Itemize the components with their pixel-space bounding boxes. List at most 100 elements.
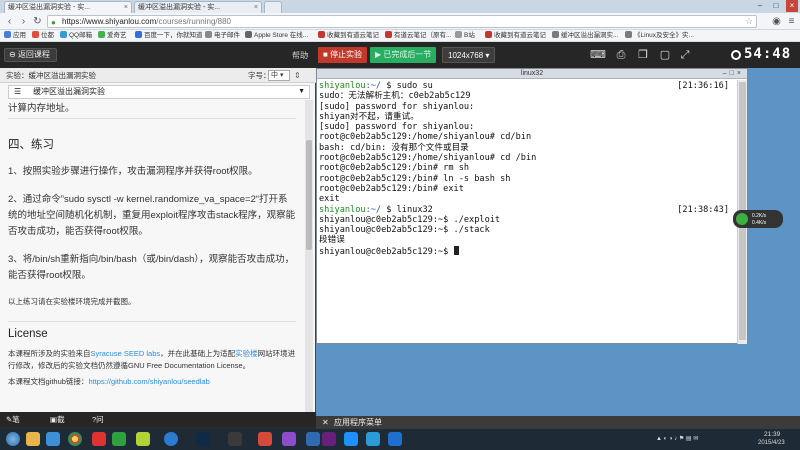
terminal-output[interactable]: shiyanlou:~/ $ sudo su [21:36:16] sudo：无法解… — [319, 81, 735, 343]
output-text: [sudo] password for shiyanlou: — [319, 101, 475, 112]
media-icon[interactable] — [46, 432, 60, 446]
clock-icon — [731, 50, 741, 60]
app-icon[interactable] — [112, 432, 126, 446]
bookmark-item[interactable]: 收藏到有道云笔记 — [485, 31, 546, 41]
output-text: root@c0eb2ab5c129:/bin# ln -s bash sh — [319, 173, 511, 184]
app-icon[interactable] — [388, 432, 402, 446]
apple-icon — [245, 31, 252, 38]
bookmark-item[interactable]: 有道云笔记（原有... — [385, 31, 451, 41]
app-icon[interactable] — [164, 432, 178, 446]
notes-button[interactable]: ✎ 笔记 — [6, 412, 20, 439]
close-window-icon[interactable]: × — [786, 0, 798, 12]
window-controls[interactable]: –□× — [723, 69, 744, 79]
bookmark-item[interactable]: 收藏到有道云笔记 — [318, 31, 379, 41]
terminal-titlebar[interactable]: linux32 –□× — [317, 69, 747, 79]
resolution-select[interactable]: 1024x768 ▾ — [442, 47, 496, 63]
expand-icon[interactable]: ⇕ — [294, 68, 301, 83]
chrome-icon[interactable] — [68, 432, 82, 446]
network-speed-widget[interactable]: 0.2K/s 0.4K/s — [733, 210, 783, 228]
bookmark-item[interactable]: 百度一下，你就知道 — [135, 31, 203, 41]
app-icon[interactable] — [92, 432, 106, 446]
page-icon — [552, 31, 559, 38]
bookmark-item[interactable]: QQ邮箱 — [60, 31, 92, 41]
extension-icon[interactable]: ◉ — [770, 15, 783, 28]
new-tab-button[interactable] — [264, 1, 282, 13]
output-text: 段错误 — [319, 235, 345, 246]
visual-studio-icon[interactable] — [322, 432, 336, 446]
app-icon[interactable] — [344, 432, 358, 446]
terminal-window[interactable]: linux32 –□× shiyanlou:~/ $ sudo su [21:36… — [316, 68, 748, 344]
lab-header: ⊖ 返回课程 帮助 ‹ ■ 停止实验 ▶ 已完成后一节 1024x768 ▾ ⌨… — [0, 42, 800, 68]
terminal-line: shiyanlou@c0eb2ab5c129:~$ — [319, 245, 735, 257]
menu-icon[interactable]: ≡ — [785, 15, 798, 28]
close-icon[interactable]: × — [124, 2, 128, 13]
fullscreen-icon[interactable]: ⤢ — [678, 48, 692, 62]
scroll-thumb[interactable] — [306, 140, 312, 250]
close-icon[interactable]: × — [254, 2, 258, 13]
prompt-path: :~/ — [365, 204, 382, 215]
shiyanlou-link[interactable]: 实验楼 — [235, 349, 258, 358]
network-icon — [736, 213, 748, 225]
seed-labs-link[interactable]: Syracuse SEED labs — [91, 349, 161, 358]
back-to-course-button[interactable]: ⊖ 返回课程 — [4, 48, 57, 62]
screenshot-icon[interactable]: ⎙ — [614, 48, 628, 62]
next-section-button[interactable]: ▶ 已完成后一节 — [370, 47, 437, 63]
timestamp: [21:38:43] — [677, 204, 729, 215]
github-link[interactable]: https://github.com/shiyanlou/seedlab — [88, 377, 209, 386]
screenshot-button[interactable]: ▣ 截图 — [50, 412, 65, 439]
output-text: shiyanlou@c0eb2ab5c129:~$ — [319, 246, 454, 257]
output-text: shiyanlou@c0eb2ab5c129:~$ ./exploit — [319, 214, 501, 225]
mail-icon — [60, 31, 67, 38]
star-icon[interactable]: ☆ — [745, 16, 753, 27]
output-text: root@c0eb2ab5c129:/bin# exit — [319, 183, 464, 194]
collapse-icon[interactable]: ‹ — [306, 50, 309, 59]
browser-tab[interactable]: 缓冲区溢出漏洞实验 - 实... × — [134, 1, 262, 13]
photoshop-icon[interactable] — [196, 432, 210, 446]
font-size-select[interactable]: 中 ▾ — [268, 70, 290, 81]
toc-select[interactable]: ☰ 缓冲区溢出漏洞实验 ▼ — [8, 85, 310, 99]
terminal-line: shiyanlou:~/ $ linux32 [21:38:43] — [319, 205, 735, 215]
tab-label: 缓冲区溢出漏洞实验 - 实... — [138, 4, 221, 11]
stop-experiment-button[interactable]: ■ 停止实验 — [318, 47, 368, 63]
url-path: /courses/running/880 — [156, 17, 231, 26]
prompt-command: $ sudo su — [381, 81, 433, 91]
reload-icon[interactable]: ↻ — [31, 15, 44, 28]
keyboard-icon[interactable]: ⌨ — [590, 48, 606, 62]
address-input[interactable]: ● https://www.shiyanlou.com/courses/runn… — [47, 15, 757, 28]
explorer-icon[interactable] — [26, 432, 40, 446]
terminal-line: [sudo] password for shiyanlou: — [319, 122, 735, 132]
app-icon[interactable] — [258, 432, 272, 446]
tray-icons[interactable]: ▲ ◐ ◑ ♪ ⚑ ▤ ✉ — [656, 435, 698, 442]
bookmark-item[interactable]: 缓冲区溢出漏洞实... — [552, 31, 618, 41]
divider — [8, 118, 296, 119]
browser-tab[interactable]: 缓冲区溢出漏洞实验 - 实... × — [4, 1, 132, 13]
minimize-icon[interactable]: – — [754, 0, 766, 12]
bookmark-item[interactable]: B站 — [455, 31, 475, 41]
forward-arrow-icon[interactable]: › — [17, 15, 30, 28]
app-icon[interactable] — [306, 432, 320, 446]
app-icon[interactable] — [282, 432, 296, 446]
app-icon[interactable] — [366, 432, 380, 446]
doc-scrollbar[interactable] — [305, 100, 313, 412]
back-arrow-icon[interactable]: ‹ — [3, 15, 16, 28]
doc-panel: 实验：缓冲区溢出漏洞实验 字号： 中 ▾ ⇕ ☰ 缓冲区溢出漏洞实验 ▼ 计算内… — [0, 68, 316, 412]
x-icon[interactable]: ✕ — [322, 416, 329, 429]
paste-icon[interactable]: ▢ — [658, 48, 672, 62]
app-icon[interactable] — [136, 432, 150, 446]
copy-icon[interactable]: ❐ — [636, 48, 650, 62]
bookmark-item[interactable]: 爱奇艺 — [98, 31, 127, 41]
doc-content: 计算内存地址。 四、练习 1、按照实验步骤进行操作，攻击漏洞程序并获得root权… — [0, 100, 304, 412]
start-icon[interactable] — [6, 432, 20, 446]
lightroom-icon[interactable] — [228, 432, 242, 446]
applications-menu[interactable]: 应用程序菜单 — [334, 416, 382, 429]
bookmark-item[interactable]: 《Linux及安全》实... — [625, 31, 694, 41]
bookmark-item[interactable]: 应用 — [4, 31, 26, 41]
maximize-icon[interactable]: □ — [770, 0, 782, 12]
exercise-item: 3、将/bin/sh重新指向/bin/bash（或/bin/dash），观察能否… — [8, 254, 295, 281]
vm-desktop[interactable]: linux32 –□× shiyanlou:~/ $ sudo su [21:36… — [316, 68, 800, 416]
bookmark-item[interactable]: 电子邮件 — [205, 31, 240, 41]
bookmark-item[interactable]: Apple Store 在线... — [245, 31, 308, 41]
download-speed: 0.4K/s — [752, 220, 767, 226]
qa-button[interactable]: ? 问答 — [92, 412, 104, 439]
bookmark-item[interactable]: 位都 — [32, 31, 54, 41]
